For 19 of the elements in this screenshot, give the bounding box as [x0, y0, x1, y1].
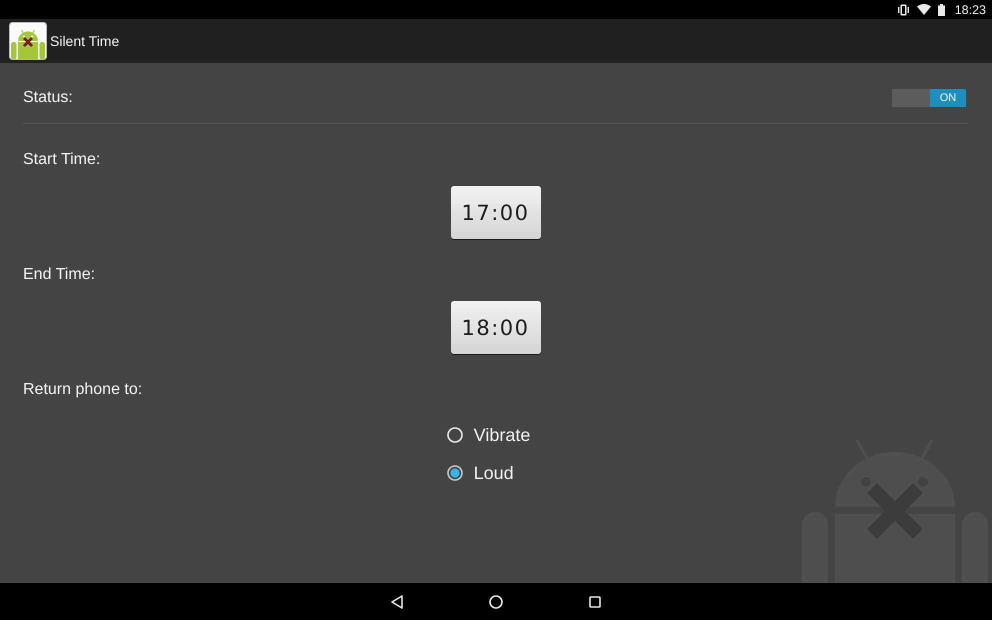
- return-phone-label: Return phone to:: [23, 380, 142, 400]
- home-button[interactable]: [486, 592, 506, 611]
- radio-option[interactable]: Loud: [446, 457, 530, 489]
- radio-option[interactable]: Vibrate: [446, 419, 530, 451]
- start-time-label: Start Time:: [23, 150, 100, 170]
- end-time-button[interactable]: 18:00: [450, 301, 540, 354]
- home-icon: [489, 594, 503, 608]
- end-time-label: End Time:: [23, 265, 96, 285]
- recents-icon: [589, 596, 601, 608]
- start-time-button[interactable]: 17:00: [450, 186, 540, 239]
- status-label: Status:: [23, 88, 73, 108]
- vibrate-icon: [896, 4, 910, 16]
- app-title: Silent Time: [50, 33, 120, 49]
- back-icon: [391, 594, 403, 608]
- app-icon: [9, 22, 47, 60]
- battery-icon: [938, 4, 945, 16]
- wifi-icon: [916, 4, 931, 15]
- toggle-switch[interactable]: ON: [892, 89, 966, 107]
- clock-time: 18:23: [954, 2, 986, 16]
